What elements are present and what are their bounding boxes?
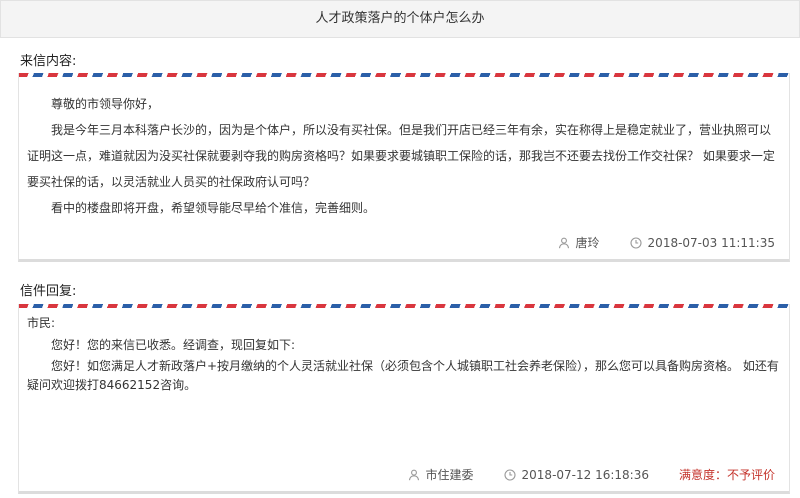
reply-content: 市民: 您好！您的来信已收悉。经调查，现回复如下: 您好！如您满足人才新政落户+… [19,308,789,395]
reply-line: 您好！如您满足人才新政落户+按月缴纳的个人灵活就业社保（必须包含个人城镇职工社会… [27,359,779,392]
reply-line: 您好！您的来信已收悉。经调查，现回复如下: [51,338,296,352]
reply-timestamp: 2018-07-12 16:18:36 [521,467,649,482]
user-icon [408,469,420,481]
letter-paragraph: 我是今年三月本科落户长沙的，因为是个体户，所以没有买社保。但是我们开店已经三年有… [27,123,775,189]
reply-meta: 市住建委 2018-07-12 16:18:36 满意度：不予评价 [408,466,775,483]
letter-author: 唐玲 [575,236,600,250]
reply-responder: 市住建委 [425,468,474,482]
reply-card: 市民: 您好！您的来信已收悉。经调查，现回复如下: 您好！如您满足人才新政落户+… [18,304,790,494]
letter-timestamp: 2018-07-03 11:11:35 [647,235,775,250]
letter-card: 尊敬的市领导你好， 我是今年三月本科落户长沙的，因为是个体户，所以没有买社保。但… [18,73,790,262]
user-icon [558,237,570,249]
letter-content: 尊敬的市领导你好， 我是今年三月本科落户长沙的，因为是个体户，所以没有买社保。但… [19,77,789,221]
letter-meta: 唐玲 2018-07-03 11:11:35 [558,234,775,251]
clock-icon [629,236,642,249]
page-title: 人才政策落户的个体户怎么办 [0,0,800,38]
letter-paragraph: 看中的楼盘即将开盘，希望领导能尽早给个准信，完善细则。 [51,201,376,215]
clock-icon [503,468,516,481]
reply-section-label: 信件回复: [20,284,77,299]
letter-paragraph: 尊敬的市领导你好， [51,97,160,111]
reply-greeting: 市民: [27,316,56,330]
satisfaction-rating: 满意度：不予评价 [678,468,775,482]
letter-section-label: 来信内容: [20,54,77,69]
